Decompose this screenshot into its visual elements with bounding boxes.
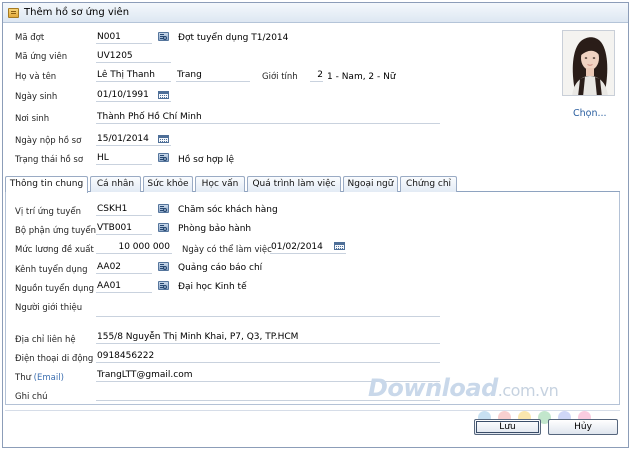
vi-tri-field[interactable]: CSKH1 — [96, 203, 152, 216]
footer-divider — [5, 410, 620, 411]
lookup-icon[interactable] — [158, 204, 169, 213]
ma-ung-vien-label: Mã ứng viên — [15, 52, 68, 62]
nguon-desc: Đại học Kinh tế — [178, 282, 247, 292]
tab-chung-chi[interactable]: Chứng chỉ — [400, 176, 457, 192]
lookup-icon[interactable] — [158, 223, 169, 232]
tab-hoc-van[interactable]: Học vấn — [195, 176, 245, 192]
gioi-thieu-field[interactable] — [96, 304, 440, 317]
folder-icon — [8, 8, 19, 18]
tab-suc-khoe[interactable]: Sức khỏe — [143, 176, 193, 192]
nguon-label: Nguồn tuyển dụng — [15, 284, 95, 294]
email-label-text: Thư — [15, 373, 31, 383]
muc-luong-field[interactable]: 10 000 000 — [96, 241, 172, 254]
gioi-tinh-field[interactable]: 2 — [310, 69, 323, 82]
ma-dot-desc: Đợt tuyển dụng T1/2014 — [178, 33, 289, 43]
ma-dot-label: Mã đợt — [15, 33, 45, 43]
ngay-nop-label: Ngày nộp hồ sơ — [15, 136, 82, 146]
calendar-icon[interactable] — [158, 91, 169, 99]
nguon-field[interactable]: AA01 — [96, 280, 152, 293]
lookup-icon[interactable] — [158, 32, 169, 41]
ghi-chu-label: Ghi chú — [15, 392, 48, 402]
candidate-photo — [562, 30, 615, 96]
tab-strip: Thông tin chung Cá nhân Sức khỏe Học vấn… — [5, 176, 620, 193]
vi-tri-desc: Chăm sóc khách hàng — [178, 205, 278, 215]
ma-dot-field[interactable]: N001 — [96, 31, 152, 44]
kenh-field[interactable]: AA02 — [96, 261, 152, 274]
cancel-button[interactable]: Hủy — [548, 419, 618, 435]
tab-ngoai-ngu[interactable]: Ngoại ngữ — [343, 176, 398, 192]
noi-sinh-label: Nơi sinh — [15, 114, 50, 124]
dien-thoai-field[interactable]: 0918456222 — [96, 350, 440, 363]
email-label-suffix: (Email) — [33, 373, 64, 383]
gioi-tinh-label: Giới tính — [262, 72, 298, 82]
dia-chi-field[interactable]: 155/8 Nguyễn Thị Minh Khai, P7, Q3, TP.H… — [96, 331, 440, 344]
noi-sinh-field[interactable]: Thành Phố Hồ Chí Minh — [96, 111, 440, 124]
tab-thong-tin-chung[interactable]: Thông tin chung — [5, 176, 88, 193]
choose-photo-link[interactable]: Chọn... — [573, 108, 607, 119]
calendar-icon[interactable] — [334, 242, 345, 250]
bo-phan-desc: Phòng bảo hành — [178, 224, 252, 234]
dia-chi-label: Địa chỉ liên hệ — [15, 335, 76, 345]
watermark-suffix: .com.vn — [497, 381, 559, 400]
email-label: Thư (Email) — [15, 373, 64, 383]
muc-luong-label: Mức lương đề xuất — [15, 245, 94, 255]
gioi-tinh-hint: 1 - Nam, 2 - Nữ — [327, 72, 396, 82]
lookup-icon[interactable] — [158, 262, 169, 271]
bo-phan-label: Bộ phận ứng tuyển — [15, 226, 97, 236]
first-name-field[interactable]: Lê Thị Thanh — [96, 69, 171, 82]
ngay-sinh-label: Ngày sinh — [15, 92, 58, 102]
tab-ca-nhan[interactable]: Cá nhân — [90, 176, 141, 192]
tab-qua-trinh-lam-viec[interactable]: Quá trình làm việc — [247, 176, 341, 192]
calendar-icon[interactable] — [158, 135, 169, 143]
kenh-label: Kênh tuyển dụng — [15, 265, 88, 275]
watermark-text: Download — [368, 374, 498, 402]
bo-phan-field[interactable]: VTB001 — [96, 222, 152, 235]
portrait-image — [563, 31, 614, 95]
lookup-icon[interactable] — [158, 153, 169, 162]
dien-thoai-label: Điện thoại di động — [15, 354, 94, 364]
trang-thai-desc: Hồ sơ hợp lệ — [178, 155, 235, 165]
trang-thai-field[interactable]: HL — [96, 152, 152, 165]
vi-tri-label: Vị trí ứng tuyển — [15, 207, 82, 217]
last-name-field[interactable]: Trang — [176, 69, 250, 82]
download-watermark: Download.com.vn — [368, 374, 559, 402]
lookup-icon[interactable] — [158, 281, 169, 290]
gioi-thieu-label: Người giới thiệu — [15, 303, 83, 313]
window-title: Thêm hồ sơ ứng viên — [24, 7, 130, 18]
ma-ung-vien-field[interactable]: UV1205 — [96, 50, 171, 63]
ho-ten-label: Họ và tên — [15, 72, 57, 82]
kenh-desc: Quảng cáo báo chí — [178, 263, 263, 273]
ngay-lam-label: Ngày có thể làm việc — [182, 245, 272, 255]
save-button[interactable]: Lưu — [474, 419, 541, 435]
title-bar: Thêm hồ sơ ứng viên — [3, 3, 628, 23]
trang-thai-label: Trạng thái hồ sơ — [15, 155, 84, 165]
